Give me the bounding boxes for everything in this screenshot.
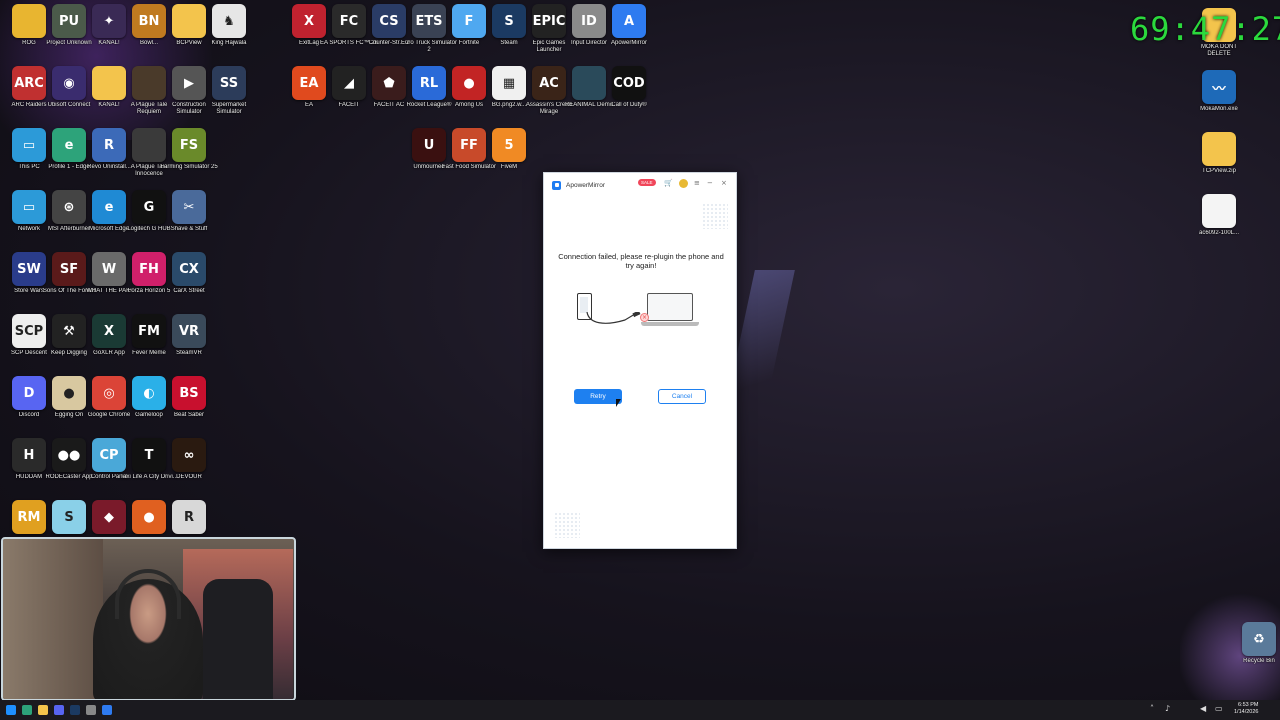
taskbar-explorer-icon[interactable] bbox=[38, 705, 48, 715]
cart-icon[interactable]: 🛒 bbox=[664, 179, 673, 187]
webcam-background-shelf bbox=[3, 539, 103, 699]
desktop-icon-label: Call of Duty® bbox=[611, 102, 647, 108]
decorative-dots bbox=[702, 203, 728, 229]
sale-badge[interactable]: SALE bbox=[638, 179, 656, 186]
desktop-icon-fivem[interactable]: 5 FiveM bbox=[480, 128, 538, 192]
desktop-icon-label: Beat Saber bbox=[173, 412, 205, 418]
desktop-icon-label: FiveM bbox=[500, 164, 518, 170]
apowermirror-logo-icon bbox=[552, 180, 561, 190]
taskbar-discord-icon[interactable] bbox=[54, 705, 64, 715]
farming-sim-icon: FS bbox=[172, 128, 206, 162]
ac6092-icon bbox=[1202, 194, 1236, 228]
fivem-icon: 5 bbox=[492, 128, 526, 162]
desktop-icon-devour[interactable]: ∞ DEVOUR bbox=[160, 438, 218, 502]
desktop-icon-recycle-bin[interactable]: ♻ Recycle Bin bbox=[1230, 622, 1280, 686]
coin-icon[interactable] bbox=[679, 179, 688, 188]
laptop-base bbox=[641, 322, 699, 326]
desktop-icon-label: Farming Simulator 25 bbox=[160, 164, 218, 170]
clock-date: 1/14/2026 bbox=[1234, 709, 1259, 715]
shave-stuff-icon: ✂ bbox=[172, 190, 206, 224]
volume-icon[interactable]: ◀ bbox=[1200, 704, 1206, 713]
desktop-icon-label: SteamVR bbox=[176, 350, 202, 356]
connection-illustration: × bbox=[577, 290, 699, 330]
steamvr-icon: VR bbox=[172, 314, 206, 348]
beat-saber-icon: BS bbox=[172, 376, 206, 410]
desktop-icon-label: Recycle Bin bbox=[1243, 658, 1275, 664]
desktop-icon-tcpview-zip[interactable]: TCPView.zip bbox=[1190, 132, 1248, 196]
tcpview-zip-icon bbox=[1202, 132, 1236, 166]
mouse-cursor-icon bbox=[616, 399, 621, 407]
app-title: ApowerMirror bbox=[566, 181, 606, 189]
desktop-icon-beat-saber[interactable]: BS Beat Saber bbox=[160, 376, 218, 440]
cod-icon: COD bbox=[612, 66, 646, 100]
taskbar-clock[interactable]: 6:53 PM 1/14/2026 bbox=[1234, 702, 1258, 716]
taskbar-apowermirror-icon[interactable] bbox=[102, 705, 112, 715]
decorative-dots bbox=[554, 512, 580, 538]
network-icon[interactable]: ▭ bbox=[1215, 704, 1223, 713]
desktop-icon-label: TCPView.zip bbox=[1202, 168, 1236, 174]
menu-icon[interactable]: ≡ bbox=[694, 179, 700, 187]
retry-button[interactable]: Retry bbox=[574, 389, 622, 404]
desktop-icon-label: MokaMon.exe bbox=[1200, 106, 1238, 112]
taskbar bbox=[0, 700, 1280, 720]
error-x-icon: × bbox=[640, 313, 649, 322]
app-titlebar[interactable]: ApowerMirror SALE 🛒 ≡ − × bbox=[544, 173, 736, 197]
carx-icon: CX bbox=[172, 252, 206, 286]
desktop-icon-supermarket-sim[interactable]: SS Supermarket Simulator bbox=[200, 66, 258, 130]
recycle-bin-icon: ♻ bbox=[1242, 622, 1276, 656]
microphone-icon[interactable]: ♪ bbox=[1165, 704, 1170, 713]
windows-start-icon[interactable] bbox=[6, 705, 16, 715]
webcam-gaming-chair bbox=[203, 579, 273, 699]
desktop-icon-king-hajwala[interactable]: ♞ King Hajwala bbox=[200, 4, 258, 68]
desktop-icon-ac6092[interactable]: ac6092-100L... bbox=[1190, 194, 1248, 258]
tray-overflow-icon[interactable]: ˄ bbox=[1150, 704, 1154, 713]
headset-icon bbox=[115, 569, 181, 619]
desktop-icon-label: King Hajwala bbox=[211, 40, 247, 46]
desktop-icon-carx[interactable]: CX CarX Street bbox=[160, 252, 218, 316]
desktop-icon-apowermirror-icon[interactable]: A ApowerMirror bbox=[600, 4, 658, 68]
devour-icon: ∞ bbox=[172, 438, 206, 472]
taskbar-app-icon[interactable] bbox=[86, 705, 96, 715]
desktop-icon-label: CarX Street bbox=[173, 288, 205, 294]
clock-time: 6:53 PM bbox=[1237, 702, 1259, 708]
taskbar-steam-icon[interactable] bbox=[70, 705, 80, 715]
minimize-icon[interactable]: − bbox=[707, 179, 713, 187]
apowermirror-icon-icon: A bbox=[612, 4, 646, 38]
desktop-icon-shave-stuff[interactable]: ✂ Shave & Stuff bbox=[160, 190, 218, 254]
laptop-icon bbox=[647, 293, 693, 321]
desktop-icon-label: ApowerMirror bbox=[610, 40, 647, 46]
desktop-icon-steamvr[interactable]: VR SteamVR bbox=[160, 314, 218, 378]
desktop-icon-label: DEVOUR bbox=[176, 474, 202, 480]
usb-cable-icon bbox=[586, 312, 641, 324]
desktop-icon-mokamon[interactable]: 〰 MokaMon.exe bbox=[1190, 70, 1248, 134]
taskbar-edge-icon[interactable] bbox=[22, 705, 32, 715]
supermarket-sim-icon: SS bbox=[212, 66, 246, 100]
desktop-icon-label: ac6092-100L... bbox=[1198, 230, 1240, 236]
stream-timer: 69:47:27 bbox=[1130, 10, 1280, 48]
mokamon-icon: 〰 bbox=[1202, 70, 1236, 104]
desktop-icon-cod[interactable]: COD Call of Duty® bbox=[600, 66, 658, 130]
cancel-button[interactable]: Cancel bbox=[658, 389, 706, 404]
desktop-icon-farming-sim[interactable]: FS Farming Simulator 25 bbox=[160, 128, 218, 192]
apowermirror-window: ApowerMirror SALE 🛒 ≡ − × Connection fai… bbox=[543, 172, 737, 549]
close-icon[interactable]: × bbox=[721, 179, 727, 187]
connection-error-message: Connection failed, please re-plugin the … bbox=[558, 252, 724, 270]
webcam-overlay bbox=[1, 537, 296, 701]
king-hajwala-icon: ♞ bbox=[212, 4, 246, 38]
desktop-icon-label: Supermarket Simulator bbox=[211, 102, 247, 115]
desktop-icon-label: Shave & Stuff bbox=[170, 226, 208, 232]
bottom-5-icon: R bbox=[172, 500, 206, 534]
